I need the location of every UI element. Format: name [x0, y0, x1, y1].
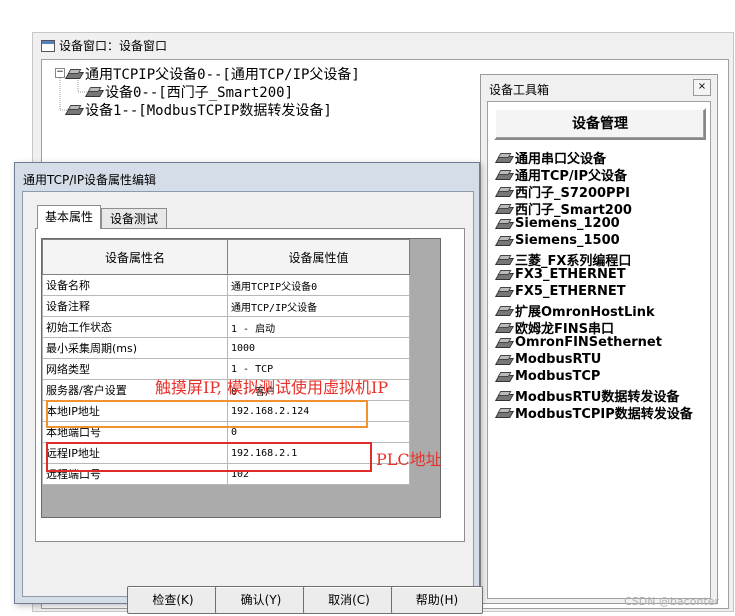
check-button[interactable]: 检查(K) [127, 586, 219, 614]
device-icon [496, 204, 512, 214]
tree-item-label: 设备1--[ModbusTCPIP数据转发设备] [85, 103, 332, 119]
tab-device-test[interactable]: 设备测试 [101, 208, 167, 229]
local-ip-annotation: 触摸屏IP, 模拟测试使用虚拟机IP [155, 378, 389, 397]
device-icon [496, 219, 512, 229]
device-toolbox: 设备工具箱 × 设备管理 通用串口父设备 通用TCP/IP父设备 西门子_S7200… [480, 74, 718, 604]
property-value-cell[interactable]: 通用TCP/IP父设备 [227, 295, 410, 317]
device-window-title: 设备窗口：设备窗口 [41, 37, 167, 54]
device-icon [496, 170, 512, 180]
window-icon [41, 39, 55, 52]
device-window-title-text: 设备窗口：设备窗口 [59, 39, 168, 53]
toolbox-item[interactable]: OmronFINSethernet [496, 335, 662, 350]
property-row[interactable]: 设备名称 通用TCPIP父设备0 [42, 274, 410, 296]
device-icon [496, 323, 512, 333]
watermark: CSDN @baconter [624, 595, 719, 608]
device-icon [86, 87, 102, 97]
toolbox-item[interactable]: Siemens_1500 [496, 233, 620, 248]
device-icon [496, 408, 512, 418]
property-row[interactable]: 设备注释 通用TCP/IP父设备 [42, 295, 410, 317]
device-icon [496, 306, 512, 316]
device-icon [66, 69, 82, 79]
help-button[interactable]: 帮助(H) [391, 586, 483, 614]
tab-basic-properties[interactable]: 基本属性 [37, 205, 101, 229]
column-header-name: 设备属性名 [42, 239, 228, 275]
toolbox-item-label: FX3_ETHERNET [515, 267, 626, 282]
tree-collapse-icon[interactable]: − [55, 68, 65, 78]
dialog-title: 通用TCP/IP设备属性编辑 [23, 173, 157, 187]
toolbox-item[interactable]: ModbusRTU [496, 352, 601, 367]
device-icon [496, 287, 512, 297]
device-manage-button[interactable]: 设备管理 [494, 108, 706, 140]
local-ip-highlight-box [46, 400, 368, 428]
property-row[interactable]: 初始工作状态 1 - 启动 [42, 316, 410, 338]
toolbox-item-label: ModbusTCP [515, 369, 601, 384]
device-icon [66, 105, 82, 115]
property-name-cell: 最小采集周期(ms) [42, 337, 228, 359]
tree-item-device1[interactable]: 设备1--[ModbusTCPIP数据转发设备] [66, 100, 332, 120]
device-icon [496, 270, 512, 280]
toolbox-item-label: Siemens_1500 [515, 233, 620, 248]
remote-ip-annotation: PLC地址 [376, 450, 442, 469]
property-name-cell: 设备注释 [42, 295, 228, 317]
device-icon [496, 255, 512, 265]
toolbox-item[interactable]: ModbusTCPIP数据转发设备 [496, 403, 693, 422]
toolbox-item[interactable]: FX5_ETHERNET [496, 284, 626, 299]
tree-item-tcpip-parent[interactable]: 通用TCPIP父设备0--[通用TCP/IP父设备] [66, 64, 360, 84]
toolbox-item-label: Siemens_1200 [515, 216, 620, 231]
property-value-cell[interactable]: 通用TCPIP父设备0 [227, 274, 410, 296]
remote-ip-highlight-box [46, 442, 372, 472]
tree-item-label: 通用TCPIP父设备0--[通用TCP/IP父设备] [85, 67, 360, 83]
property-value-cell[interactable]: 1 - 启动 [227, 316, 410, 338]
toolbox-item-label: ModbusRTU [515, 352, 602, 367]
tree-item-label: 设备0--[西门子_Smart200] [105, 85, 294, 101]
toolbox-item[interactable]: FX3_ETHERNET [496, 267, 626, 282]
device-icon [496, 391, 512, 401]
toolbox-item[interactable]: ModbusTCP [496, 369, 600, 384]
toolbox-item-label: FX5_ETHERNET [515, 284, 626, 299]
property-row[interactable]: 最小采集周期(ms) 1000 [42, 337, 410, 359]
toolbox-item-label: OmronFINSethernet [515, 335, 662, 350]
tree-item-device0[interactable]: 设备0--[西门子_Smart200] [86, 82, 293, 102]
confirm-button[interactable]: 确认(Y) [215, 586, 307, 614]
toolbox-title: 设备工具箱 [489, 83, 550, 97]
toolbox-item[interactable]: Siemens_1200 [496, 216, 620, 231]
device-icon [496, 153, 512, 163]
device-icon [496, 236, 512, 246]
toolbox-list: 设备管理 通用串口父设备 通用TCP/IP父设备 西门子_S7200PPI 西门子_S… [487, 101, 711, 599]
property-name-cell: 初始工作状态 [42, 316, 228, 338]
property-name-cell: 设备名称 [42, 274, 228, 296]
device-icon [496, 355, 512, 365]
device-icon [496, 338, 512, 348]
toolbox-close-button[interactable]: × [693, 79, 711, 96]
toolbox-item-label: ModbusTCPIP数据转发设备 [515, 407, 693, 422]
device-icon [496, 372, 512, 382]
column-header-value: 设备属性值 [227, 239, 410, 275]
cancel-button[interactable]: 取消(C) [303, 586, 395, 614]
device-icon [496, 187, 512, 197]
property-value-cell[interactable]: 1000 [227, 337, 410, 359]
